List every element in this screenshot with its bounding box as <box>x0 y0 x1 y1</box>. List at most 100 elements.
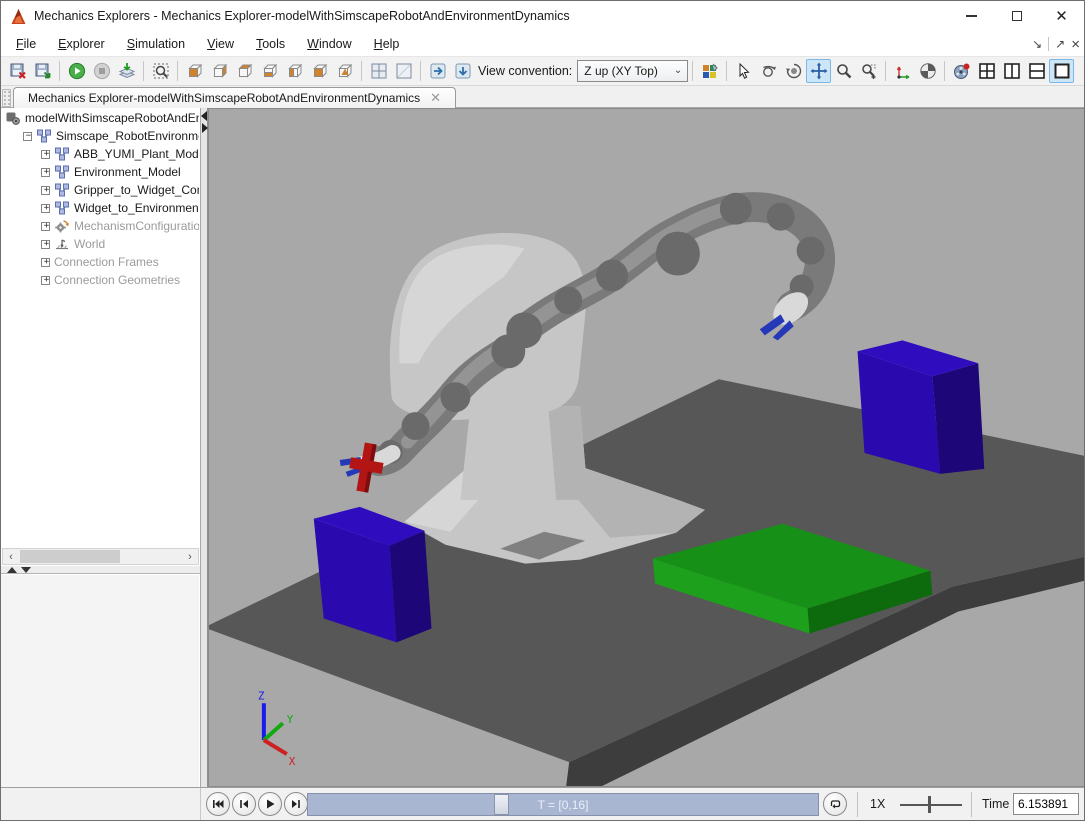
zoom-icon[interactable] <box>831 59 856 83</box>
tree-item-modelwithsimscaperobotandenvironmentdyna[interactable]: modelWithSimscapeRobotAndEnvironmentDyna… <box>1 109 199 127</box>
view-front-icon[interactable] <box>207 59 232 83</box>
menu-window[interactable]: Window <box>296 33 362 55</box>
roll-icon[interactable] <box>781 59 806 83</box>
zoom-fit-icon[interactable] <box>148 59 173 83</box>
layout-columns-icon[interactable] <box>999 59 1024 83</box>
orbit-icon[interactable] <box>756 59 781 83</box>
view-perspective-icon[interactable] <box>332 59 357 83</box>
tab-mechanics-explorer[interactable]: Mechanics Explorer-modelWithSimscapeRobo… <box>13 87 456 108</box>
expand-icon[interactable] <box>41 258 50 267</box>
subsystem-icon <box>36 128 52 144</box>
view-left-icon[interactable] <box>282 59 307 83</box>
stop-icon[interactable] <box>89 59 114 83</box>
expand-icon[interactable] <box>41 168 50 177</box>
undock-arrow-icon[interactable]: ↗ <box>1055 37 1065 51</box>
view-convention-value: Z up (XY Top) <box>584 64 658 78</box>
speed-slider-thumb[interactable] <box>928 796 931 813</box>
expand-icon[interactable] <box>41 276 50 285</box>
play-icon[interactable] <box>64 59 89 83</box>
tab-close-icon[interactable]: ✕ <box>430 93 441 103</box>
select-cursor-icon[interactable] <box>731 59 756 83</box>
panel-splitter[interactable] <box>201 108 208 787</box>
close-button[interactable]: ✕ <box>1039 1 1084 31</box>
viewport-3d[interactable]: Z Y X <box>208 108 1085 787</box>
expand-icon[interactable] <box>41 186 50 195</box>
toolbar-separator <box>944 61 945 81</box>
tree-item-world[interactable]: World <box>1 235 199 253</box>
speed-label: 1X <box>870 797 885 811</box>
tree-item-label: Environment_Model <box>74 165 181 179</box>
tab-bar: Mechanics Explorer-modelWithSimscapeRobo… <box>1 86 1084 108</box>
tree-item-environment-model[interactable]: Environment_Model <box>1 163 199 181</box>
scroll-thumb[interactable] <box>20 550 120 563</box>
menu-explorer[interactable]: Explorer <box>47 33 116 55</box>
menu-view[interactable]: View <box>196 33 245 55</box>
menu-help[interactable]: Help <box>363 33 411 55</box>
view-iso-icon[interactable] <box>182 59 207 83</box>
zoom-region-icon[interactable] <box>856 59 881 83</box>
dock-down-icon[interactable] <box>450 59 475 83</box>
layout-rows-icon[interactable] <box>1024 59 1049 83</box>
menu-simulation[interactable]: Simulation <box>116 33 196 55</box>
split-quad-icon[interactable] <box>366 59 391 83</box>
render-style-icon[interactable] <box>697 59 722 83</box>
record-video-icon[interactable] <box>949 59 974 83</box>
expand-icon[interactable] <box>41 222 50 231</box>
tree-item-abb-yumi-plant-model[interactable]: ABB_YUMI_Plant_Model <box>1 145 199 163</box>
play-button[interactable] <box>258 792 282 816</box>
mechanism-config-icon <box>54 218 70 234</box>
time-slider[interactable]: T = [0,16] <box>307 793 819 816</box>
tree-splitter[interactable] <box>1 566 200 574</box>
save-config-green-icon[interactable] <box>30 59 55 83</box>
time-label: Time <box>982 797 1009 811</box>
loop-playback-button[interactable] <box>823 792 847 816</box>
time-input[interactable] <box>1013 793 1079 815</box>
view-bottom-icon[interactable] <box>257 59 282 83</box>
split-single-icon[interactable] <box>391 59 416 83</box>
sphere-view-icon[interactable] <box>915 59 940 83</box>
splitter-up-icon[interactable] <box>7 567 17 573</box>
maximize-button[interactable] <box>994 1 1039 31</box>
layout-single-icon[interactable] <box>1049 59 1074 83</box>
view-convention-select[interactable]: Z up (XY Top) ⌄ <box>577 60 688 82</box>
menu-tools[interactable]: Tools <box>245 33 296 55</box>
speed-slider[interactable] <box>900 804 962 806</box>
expand-icon[interactable] <box>41 240 50 249</box>
tree-item-connection-geometries[interactable]: Connection Geometries <box>1 271 199 289</box>
pan-icon[interactable] <box>806 59 831 83</box>
export-animation-icon[interactable] <box>114 59 139 83</box>
save-config-red-icon[interactable] <box>5 59 30 83</box>
go-to-start-button[interactable] <box>206 792 230 816</box>
tree-item-label: Widget_to_Environment_Contact <box>74 201 199 215</box>
dock-arrow-icon[interactable]: ↘ <box>1032 37 1042 51</box>
scroll-left-icon[interactable]: ‹ <box>3 549 19 564</box>
layout-quad-icon[interactable] <box>974 59 999 83</box>
view-convention-label: View convention: <box>478 64 572 78</box>
menu-file[interactable]: File <box>5 33 47 55</box>
view-right-icon[interactable] <box>307 59 332 83</box>
tree-item-simscape-robotenvironment[interactable]: Simscape_RobotEnvironment <box>1 127 199 145</box>
tree-horizontal-scrollbar[interactable]: ‹ › <box>2 548 199 565</box>
scroll-right-icon[interactable]: › <box>182 549 198 564</box>
tree-item-mechanismconfiguration[interactable]: MechanismConfiguration <box>1 217 199 235</box>
expand-icon[interactable] <box>41 150 50 159</box>
toolbar-separator <box>177 61 178 81</box>
expand-icon[interactable] <box>41 204 50 213</box>
splitter-down-icon[interactable] <box>21 567 31 573</box>
tree-item-label: Connection Geometries <box>54 273 180 287</box>
frame-triad-icon[interactable] <box>890 59 915 83</box>
subsystem-icon <box>54 164 70 180</box>
tab-drag-handle[interactable] <box>2 89 11 107</box>
tree-item-gripper-to-widget-contact[interactable]: Gripper_to_Widget_Contact <box>1 181 199 199</box>
close-panel-icon[interactable]: × <box>1071 36 1080 53</box>
view-top-icon[interactable] <box>232 59 257 83</box>
step-forward-button[interactable] <box>284 792 308 816</box>
tree-item-widget-to-environment-contact[interactable]: Widget_to_Environment_Contact <box>1 199 199 217</box>
collapse-icon[interactable] <box>23 132 32 141</box>
tree-item-connection-frames[interactable]: Connection Frames <box>1 253 199 271</box>
step-back-button[interactable] <box>232 792 256 816</box>
collapse-left-icon[interactable] <box>201 111 207 121</box>
model-tree-panel: modelWithSimscapeRobotAndEnvironmentDyna… <box>1 108 201 787</box>
dock-right-icon[interactable] <box>425 59 450 83</box>
minimize-button[interactable] <box>949 1 994 31</box>
